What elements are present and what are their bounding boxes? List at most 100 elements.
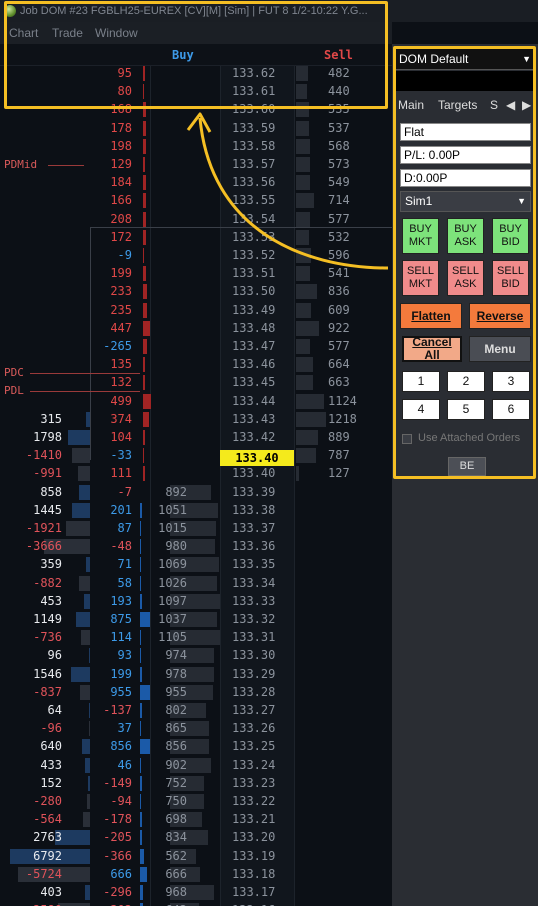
ladder-row[interactable]: 453 193 1097 133.33 (0, 592, 392, 610)
delta-bar (140, 848, 145, 864)
ladder-row[interactable]: -96 37 865 133.26 (0, 719, 392, 737)
delta-cell: -178 (103, 812, 132, 827)
volume-cell: 2763 (33, 830, 62, 845)
ladder-row[interactable]: 433 46 902 133.24 (0, 756, 392, 774)
bid-size-cell: 1105 (158, 630, 187, 645)
volume-cell: 453 (40, 593, 62, 608)
annotation-arrow (186, 112, 389, 270)
highlight-box-top (4, 1, 388, 109)
price-cell: 133.17 (232, 885, 276, 899)
ladder-row[interactable]: -736 114 1105 133.31 (0, 628, 392, 646)
delta-bar (143, 211, 147, 227)
delta-cell: 201 (110, 502, 132, 517)
ladder-row[interactable]: -837 955 955 133.28 (0, 683, 392, 701)
ladder-row[interactable]: 96 93 974 133.30 (0, 646, 392, 664)
delta-bar (140, 502, 143, 518)
pdl-line (30, 391, 140, 392)
delta-cell: 111 (110, 466, 132, 481)
price-cell: 133.21 (232, 812, 276, 827)
ladder-row[interactable]: 152 -149 752 133.23 (0, 774, 392, 792)
pdl-label: PDL (4, 384, 24, 397)
delta-bar (143, 466, 145, 482)
bid-size-cell: 750 (165, 794, 187, 808)
volume-cell: 1798 (33, 430, 62, 444)
delta-bar (140, 739, 150, 755)
volume-cell: -564 (33, 812, 62, 827)
ladder-row[interactable]: 6792 -366 562 133.19 (0, 847, 392, 865)
delta-bar (140, 575, 141, 591)
ladder-row[interactable]: -882 58 1026 133.34 (0, 574, 392, 592)
ladder-row[interactable]: 403 -296 968 133.17 (0, 883, 392, 901)
delta-bar (140, 630, 142, 646)
volume-cell: -3666 (25, 539, 62, 554)
price-cell: 133.36 (232, 539, 276, 554)
ladder-row[interactable]: -1921 87 1015 133.37 (0, 519, 392, 537)
volume-cell: -882 (33, 575, 62, 590)
delta-cell: 955 (110, 684, 132, 699)
volume-bar (82, 812, 90, 828)
ask-size-cell: 127 (328, 466, 350, 481)
bid-size-cell: 978 (165, 666, 187, 681)
ladder-row[interactable]: 1445 201 1051 133.38 (0, 501, 392, 519)
delta-bar (140, 703, 142, 718)
ladder-row[interactable]: 1149 875 1037 133.32 (0, 610, 392, 628)
delta-cell: 208 (110, 211, 132, 226)
delta-cell: -94 (110, 794, 132, 808)
ladder-row[interactable]: -991 111 133.40 127 (0, 464, 392, 482)
volume-bar (67, 430, 90, 445)
volume-bar (77, 466, 90, 482)
ladder-row[interactable]: 1546 199 978 133.29 (0, 665, 392, 683)
price-cell: 133.26 (232, 721, 276, 736)
pdmid-label: PDMid (4, 158, 38, 171)
ladder-row[interactable]: 640 856 856 133.25 (0, 737, 392, 755)
delta-cell: 46 (117, 757, 132, 772)
delta-bar (140, 830, 143, 846)
ladder-row[interactable]: -3666 -48 980 133.36 (0, 537, 392, 555)
delta-bar (140, 794, 142, 809)
price-cell: 133.28 (232, 684, 276, 699)
volume-bar (88, 721, 90, 737)
delta-bar (143, 175, 147, 191)
volume-cell: 6792 (33, 848, 62, 863)
bid-size-cell: 698 (165, 812, 187, 827)
ladder-row[interactable]: 64 -137 802 133.27 (0, 701, 392, 719)
bid-size-cell: 892 (165, 484, 187, 499)
bid-size-cell: 666 (165, 866, 187, 881)
price-cell: 133.31 (232, 630, 276, 645)
ladder-row[interactable]: -5724 666 666 133.18 (0, 865, 392, 883)
ladder-row[interactable]: -280 -94 750 133.22 (0, 792, 392, 810)
price-cell: 133.30 (232, 648, 276, 663)
volume-bar (75, 612, 90, 627)
ladder-row[interactable]: -2580-302642133.16 (0, 901, 392, 906)
delta-cell: 184 (110, 175, 132, 190)
ladder-row[interactable]: 359 71 1069 133.35 (0, 555, 392, 573)
price-cell: 133.33 (232, 593, 276, 608)
volume-bar (86, 794, 90, 809)
volume-cell: -280 (33, 794, 62, 808)
price-cell: 133.35 (232, 557, 276, 572)
delta-cell: 114 (110, 630, 132, 645)
volume-cell: 403 (40, 885, 62, 899)
delta-cell: 178 (110, 120, 132, 135)
volume-cell: 1445 (33, 502, 62, 517)
volume-bar (89, 703, 90, 718)
pdc-line (30, 373, 140, 374)
volume-cell: 1546 (33, 666, 62, 681)
volume-cell: 359 (40, 557, 62, 572)
volume-bar (79, 484, 90, 500)
price-cell: 133.27 (232, 703, 276, 717)
pdc-label: PDC (4, 366, 24, 379)
bid-size-cell: 1069 (158, 557, 187, 572)
delta-cell: 87 (117, 521, 132, 535)
bid-size-cell: 1051 (158, 502, 187, 517)
ladder-row[interactable]: 2763 -205 834 133.20 (0, 828, 392, 846)
bid-size-cell: 1015 (158, 521, 187, 535)
bid-size-cell: 902 (165, 757, 187, 772)
delta-bar (143, 157, 146, 172)
price-cell: 133.25 (232, 739, 276, 754)
volume-cell: 96 (47, 648, 62, 663)
volume-bar (72, 448, 90, 464)
ladder-row[interactable]: 858 -7 892 133.39 (0, 483, 392, 501)
price-cell: 133.37 (232, 521, 276, 535)
ladder-row[interactable]: -564 -178 698 133.21 (0, 810, 392, 828)
